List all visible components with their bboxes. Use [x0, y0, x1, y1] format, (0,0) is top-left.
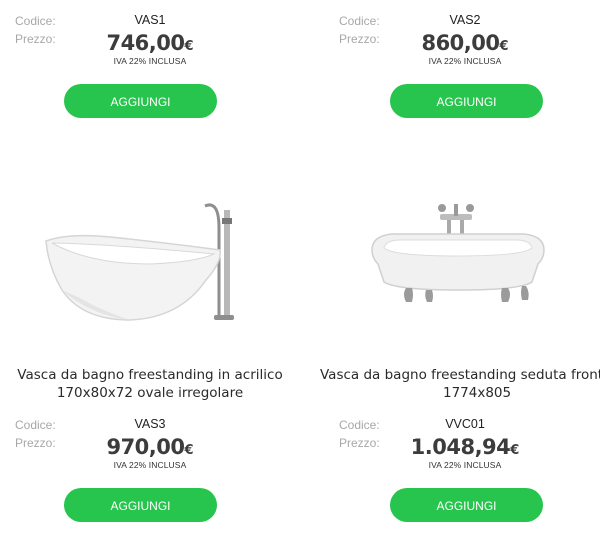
currency-symbol: € [184, 443, 194, 458]
product-code: VAS2 [449, 13, 481, 27]
title-line: 170x80x72 ovale irregolare [56, 385, 244, 401]
title-line: Vasca da bagno freestanding in acrilico [17, 367, 283, 383]
currency-symbol: € [184, 39, 194, 54]
currency-symbol: € [510, 443, 520, 458]
price-amount: 746,00 [106, 31, 185, 55]
product-code: VAS3 [134, 417, 166, 431]
add-to-cart-button[interactable]: AGGIUNGI [64, 488, 217, 522]
product-image[interactable] [0, 170, 300, 340]
vat-note: IVA 22% INCLUSA [428, 56, 502, 66]
add-to-cart-button[interactable]: AGGIUNGI [64, 84, 217, 118]
product-code: VVC01 [445, 417, 485, 431]
product-price: 970,00€ [0, 435, 300, 459]
product-title[interactable]: Vasca da bagno freestanding seduta front… [320, 366, 600, 402]
vat-note: IVA 22% INCLUSA [113, 56, 187, 66]
price-amount: 1.048,94 [410, 435, 511, 459]
title-line: Vasca da bagno freestanding seduta front… [320, 367, 600, 383]
product-title[interactable]: Vasca da bagno freestanding in acrilico … [0, 366, 300, 402]
price-amount: 970,00 [106, 435, 185, 459]
product-price: 860,00€ [315, 31, 600, 55]
price-amount: 860,00 [421, 31, 500, 55]
add-to-cart-button[interactable]: AGGIUNGI [390, 488, 543, 522]
product-image[interactable] [300, 170, 600, 340]
title-line: 1774x805 [443, 385, 512, 401]
vat-note: IVA 22% INCLUSA [428, 460, 502, 470]
currency-symbol: € [499, 39, 509, 54]
product-price: 746,00€ [0, 31, 300, 55]
bathtub-image [371, 204, 545, 302]
product-price: 1.048,94€ [315, 435, 600, 459]
add-to-cart-button[interactable]: AGGIUNGI [390, 84, 543, 118]
bathtub-image [45, 203, 234, 321]
vat-note: IVA 22% INCLUSA [113, 460, 187, 470]
product-code: VAS1 [134, 13, 166, 27]
